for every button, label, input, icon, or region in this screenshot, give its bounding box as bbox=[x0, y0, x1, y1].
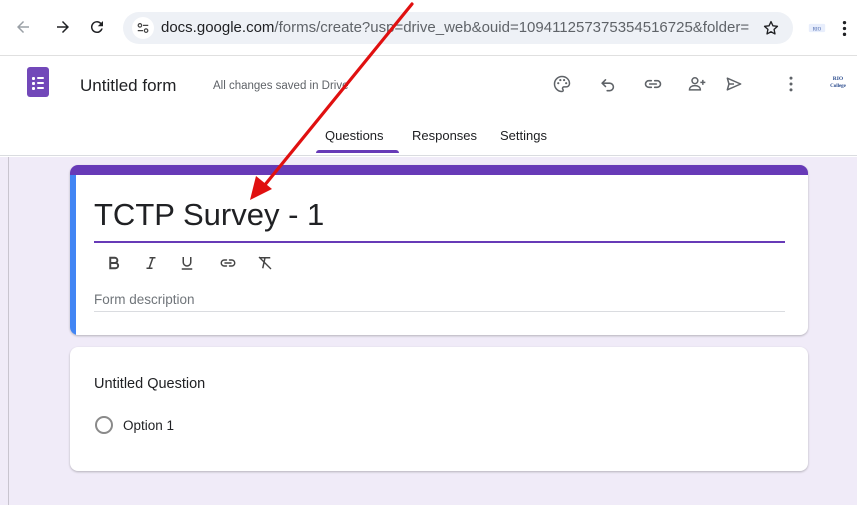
svg-text:College: College bbox=[830, 84, 847, 89]
tab-responses[interactable]: Responses bbox=[412, 128, 477, 156]
italic-icon[interactable] bbox=[140, 252, 162, 274]
form-description-input[interactable]: Form description bbox=[94, 292, 195, 307]
question-card[interactable]: Untitled Question Option 1 bbox=[70, 347, 808, 471]
college-logo: RIO College bbox=[826, 74, 850, 92]
screenshot-root: docs.google.com/forms/create?usp=drive_w… bbox=[0, 0, 857, 505]
underline-icon[interactable] bbox=[176, 252, 198, 274]
forward-arrow-icon[interactable] bbox=[52, 16, 74, 38]
radio-button[interactable] bbox=[95, 416, 113, 434]
url-domain: docs.google.com bbox=[161, 19, 275, 36]
title-input-underline bbox=[94, 241, 785, 243]
left-window-edge bbox=[8, 157, 9, 505]
insert-link-icon[interactable] bbox=[217, 252, 239, 274]
address-bar[interactable]: docs.google.com/forms/create?usp=drive_w… bbox=[123, 12, 793, 44]
url-path: /forms/create?usp=drive_web&ouid=1094112… bbox=[274, 19, 749, 36]
bold-icon[interactable] bbox=[103, 252, 125, 274]
active-tab-indicator bbox=[316, 150, 399, 153]
url-text: docs.google.com/forms/create?usp=drive_w… bbox=[161, 19, 749, 36]
tab-settings[interactable]: Settings bbox=[500, 128, 547, 156]
save-status-text: All changes saved in Drive bbox=[213, 80, 349, 92]
more-options-icon[interactable] bbox=[779, 72, 803, 96]
svg-text:RIO: RIO bbox=[833, 76, 844, 82]
site-info-icon[interactable] bbox=[132, 17, 154, 39]
forms-app-header: Untitled form All changes saved in Drive… bbox=[0, 56, 857, 156]
clear-formatting-icon[interactable] bbox=[254, 252, 276, 274]
send-icon[interactable] bbox=[722, 72, 746, 96]
google-forms-logo-icon[interactable] bbox=[27, 67, 49, 97]
reload-icon[interactable] bbox=[86, 16, 108, 38]
undo-icon[interactable] bbox=[596, 72, 620, 96]
profile-extension-icon[interactable]: RIO bbox=[806, 18, 828, 38]
svg-text:RIO: RIO bbox=[813, 27, 822, 32]
browser-toolbar: docs.google.com/forms/create?usp=drive_w… bbox=[0, 4, 857, 56]
bookmark-star-icon[interactable] bbox=[761, 18, 781, 38]
question-title[interactable]: Untitled Question bbox=[94, 376, 205, 392]
form-doc-title[interactable]: Untitled form bbox=[80, 76, 176, 96]
title-card-accent-band bbox=[70, 165, 808, 175]
form-title-card[interactable]: TCTP Survey - 1 Form description bbox=[70, 165, 808, 335]
option-label[interactable]: Option 1 bbox=[123, 418, 174, 433]
description-underline bbox=[94, 311, 785, 312]
link-icon[interactable] bbox=[641, 72, 665, 96]
focus-indicator-band bbox=[70, 175, 76, 335]
form-title-input[interactable]: TCTP Survey - 1 bbox=[94, 197, 324, 233]
form-tabs: Questions Responses Settings bbox=[0, 128, 857, 156]
browser-menu-icon[interactable] bbox=[836, 17, 852, 39]
palette-icon[interactable] bbox=[550, 72, 574, 96]
add-collaborator-icon[interactable] bbox=[685, 72, 709, 96]
back-arrow-icon[interactable] bbox=[12, 16, 34, 38]
